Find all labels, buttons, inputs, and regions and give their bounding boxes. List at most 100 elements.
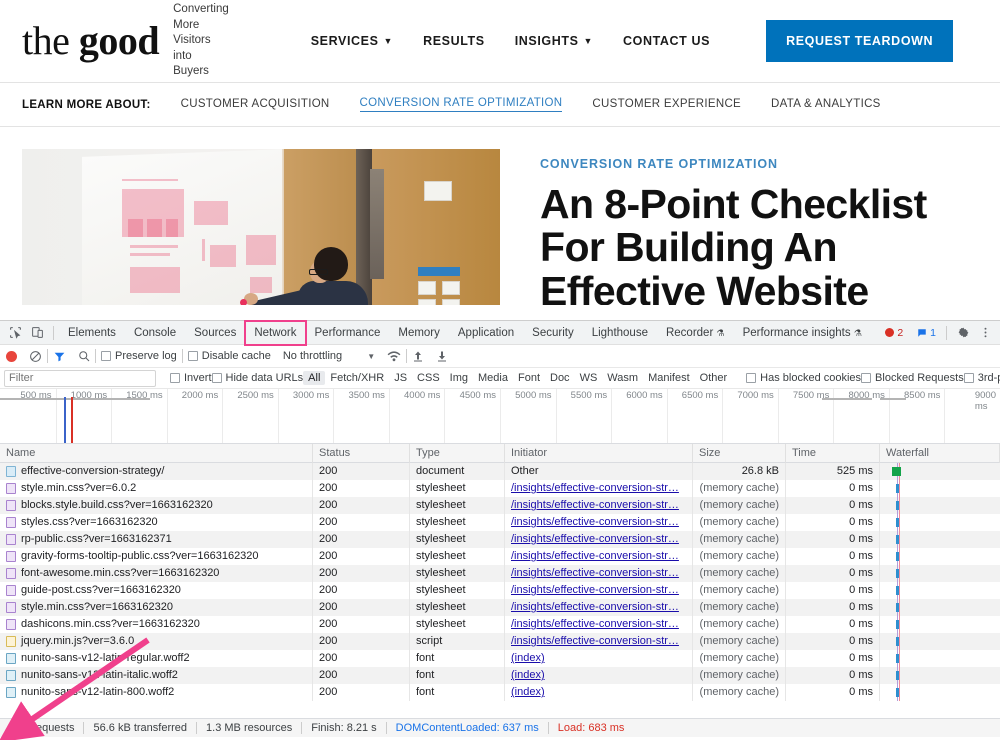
cell-initiator[interactable]: (index)	[505, 667, 693, 684]
filter-icon[interactable]	[53, 350, 66, 363]
table-row[interactable]: effective-conversion-strategy/200 documen…	[0, 463, 1000, 480]
tab-network[interactable]: Network	[244, 319, 307, 346]
type-filter-manifest[interactable]: Manifest	[643, 371, 695, 385]
export-har-icon[interactable]	[436, 350, 448, 363]
table-row[interactable]: style.min.css?ver=1663162320 200 styleshee…	[0, 599, 1000, 616]
subnav-item-customer-acquisition[interactable]: CUSTOMER ACQUISITION	[181, 98, 330, 112]
clear-icon[interactable]	[29, 350, 42, 363]
column-header-type[interactable]: Type	[410, 443, 505, 463]
initiator-link[interactable]: /insights/effective-conversion-str…	[511, 482, 679, 494]
network-overview-timeline[interactable]: 500 ms 1000 ms 1500 ms 2000 ms 2500 ms 3000 m…	[0, 389, 1000, 444]
cell-name[interactable]: dashicons.min.css?ver=1663162320	[0, 616, 313, 633]
table-row[interactable]: guide-post.css?ver=1663162320 200 styleshe…	[0, 582, 1000, 599]
type-filter-js[interactable]: JS	[389, 371, 412, 385]
blocked-requests-checkbox[interactable]: Blocked Requests	[861, 372, 964, 384]
table-row[interactable]: blocks.style.build.css?ver=1663162320 200…	[0, 497, 1000, 514]
cell-name[interactable]: font-awesome.min.css?ver=1663162320	[0, 565, 313, 582]
type-filter-font[interactable]: Font	[513, 371, 545, 385]
search-icon[interactable]	[78, 350, 90, 362]
cell-name[interactable]: jquery.min.js?ver=3.6.0	[0, 633, 313, 650]
initiator-link[interactable]: /insights/effective-conversion-str…	[511, 499, 679, 511]
cell-initiator[interactable]: Other	[505, 463, 693, 480]
table-row[interactable]: gravity-forms-tooltip-public.css?ver=166…	[0, 548, 1000, 565]
message-count-badge[interactable]: 1	[914, 326, 941, 340]
initiator-link[interactable]: /insights/effective-conversion-str…	[511, 550, 679, 562]
tab-elements[interactable]: Elements	[59, 321, 125, 345]
cell-initiator[interactable]: /insights/effective-conversion-str…	[505, 514, 693, 531]
cell-initiator[interactable]: (index)	[505, 684, 693, 701]
import-har-icon[interactable]	[412, 350, 424, 363]
table-row[interactable]: jquery.min.js?ver=3.6.0 200 script/insight…	[0, 633, 1000, 650]
cell-name[interactable]: nunito-sans-v12-latin-regular.woff2	[0, 650, 313, 667]
column-header-name[interactable]: Name	[0, 443, 313, 463]
column-header-size[interactable]: Size	[693, 443, 786, 463]
tab-sources[interactable]: Sources	[185, 321, 245, 345]
nav-item-insights[interactable]: INSIGHTS ▼	[515, 34, 593, 48]
type-filter-ws[interactable]: WS	[575, 371, 603, 385]
cell-initiator[interactable]: /insights/effective-conversion-str…	[505, 548, 693, 565]
initiator-link[interactable]: /insights/effective-conversion-str…	[511, 584, 679, 596]
filter-input[interactable]	[4, 369, 156, 387]
subnav-item-conversion-rate-optimization[interactable]: CONVERSION RATE OPTIMIZATION	[359, 97, 563, 112]
requests-table-body[interactable]: effective-conversion-strategy/200 documen…	[0, 463, 1000, 718]
tab-lighthouse[interactable]: Lighthouse	[583, 321, 657, 345]
nav-item-services[interactable]: SERVICES ▼	[311, 34, 393, 48]
cell-initiator[interactable]: /insights/effective-conversion-str…	[505, 599, 693, 616]
cell-initiator[interactable]: (index)	[505, 650, 693, 667]
type-filter-css[interactable]: CSS	[412, 371, 445, 385]
record-button[interactable]	[6, 350, 17, 362]
throttling-select[interactable]: No throttling ▼	[283, 350, 375, 362]
initiator-link[interactable]: (index)	[511, 652, 545, 664]
nav-item-results[interactable]: RESULTS	[423, 34, 485, 48]
gear-icon[interactable]	[952, 323, 974, 343]
initiator-link[interactable]: (index)	[511, 686, 545, 698]
type-filter-other[interactable]: Other	[695, 371, 733, 385]
tab-recorder[interactable]: Recorder ⚗	[657, 321, 734, 345]
cell-initiator[interactable]: /insights/effective-conversion-str…	[505, 582, 693, 599]
has-blocked-cookies-checkbox[interactable]: Has blocked cookies	[746, 372, 861, 384]
subnav-item-data-analytics[interactable]: DATA & ANALYTICS	[771, 98, 881, 112]
column-header-time[interactable]: Time	[786, 443, 880, 463]
device-toolbar-icon[interactable]	[26, 323, 48, 343]
cell-name[interactable]: blocks.style.build.css?ver=1663162320	[0, 497, 313, 514]
initiator-link[interactable]: /insights/effective-conversion-str…	[511, 635, 679, 647]
network-conditions-icon[interactable]	[387, 350, 401, 362]
initiator-link[interactable]: /insights/effective-conversion-str…	[511, 516, 679, 528]
table-row[interactable]: dashicons.min.css?ver=1663162320 200 style…	[0, 616, 1000, 633]
type-filter-media[interactable]: Media	[473, 371, 513, 385]
initiator-link[interactable]: /insights/effective-conversion-str…	[511, 618, 679, 630]
table-row[interactable]: font-awesome.min.css?ver=1663162320 200st…	[0, 565, 1000, 582]
cell-initiator[interactable]: /insights/effective-conversion-str…	[505, 633, 693, 650]
cell-name[interactable]: guide-post.css?ver=1663162320	[0, 582, 313, 599]
table-row[interactable]: nunito-sans-v12-latin-italic.woff2 200 fon…	[0, 667, 1000, 684]
cell-name[interactable]: nunito-sans-v12-latin-italic.woff2	[0, 667, 313, 684]
initiator-link[interactable]: /insights/effective-conversion-str…	[511, 601, 679, 613]
table-row[interactable]: styles.css?ver=1663162320 200 stylesheet/i…	[0, 514, 1000, 531]
tab-memory[interactable]: Memory	[389, 321, 449, 345]
tab-security[interactable]: Security	[523, 321, 583, 345]
third-party-requests-checkbox[interactable]: 3rd-party requests	[963, 372, 1000, 384]
cell-name[interactable]: style.min.css?ver=1663162320	[0, 599, 313, 616]
tab-performance-insights[interactable]: Performance insights ⚗	[734, 321, 871, 345]
nav-item-contact-us[interactable]: CONTACT US	[623, 34, 710, 48]
type-filter-fetch-xhr[interactable]: Fetch/XHR	[325, 371, 389, 385]
type-filter-all[interactable]: All	[303, 371, 326, 385]
initiator-link[interactable]: /insights/effective-conversion-str…	[511, 533, 679, 545]
type-filter-wasm[interactable]: Wasm	[602, 371, 643, 385]
disable-cache-checkbox[interactable]: Disable cache	[187, 350, 271, 362]
initiator-link[interactable]: (index)	[511, 669, 545, 681]
error-count-badge[interactable]: 2	[882, 326, 908, 340]
table-row[interactable]: style.min.css?ver=6.0.2 200 stylesheet/ins…	[0, 480, 1000, 497]
cell-initiator[interactable]: /insights/effective-conversion-str…	[505, 531, 693, 548]
cell-initiator[interactable]: /insights/effective-conversion-str…	[505, 480, 693, 497]
column-header-initiator[interactable]: Initiator	[505, 443, 693, 463]
cell-name[interactable]: effective-conversion-strategy/	[0, 463, 313, 480]
cell-name[interactable]: styles.css?ver=1663162320	[0, 514, 313, 531]
type-filter-img[interactable]: Img	[445, 371, 473, 385]
cell-name[interactable]: nunito-sans-v12-latin-800.woff2	[0, 684, 313, 701]
tab-console[interactable]: Console	[125, 321, 185, 345]
table-row[interactable]: nunito-sans-v12-latin-regular.woff2 200 fo…	[0, 650, 1000, 667]
table-row[interactable]: nunito-sans-v12-latin-800.woff2 200 font (i…	[0, 684, 1000, 701]
column-header-waterfall[interactable]: Waterfall	[880, 443, 1000, 463]
table-row[interactable]: rp-public.css?ver=1663162371 200 styleshee…	[0, 531, 1000, 548]
